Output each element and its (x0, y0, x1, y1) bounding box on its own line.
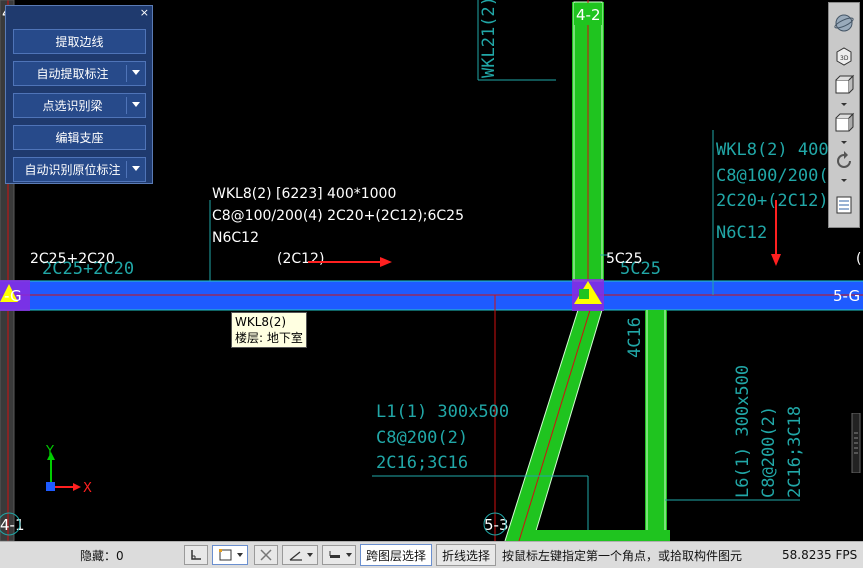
auto-recognize-in-situ-button[interactable]: 自动识别原位标注 (13, 157, 146, 182)
angle-button[interactable] (282, 545, 318, 565)
chevron-down-icon[interactable] (841, 179, 847, 182)
chevron-down-icon[interactable] (132, 102, 140, 107)
annotation-line2: C8@100/200(4) 2C20+(2C12);6C25 (212, 208, 464, 224)
annotation-line3: N6C12 (212, 230, 259, 246)
polyline-select-button[interactable]: 折线选择 (436, 544, 497, 566)
ucs-axis-icon: Y X (45, 444, 92, 496)
annotation-left-support: 2C25+2C20 (30, 251, 115, 267)
chevron-down-icon[interactable] (841, 103, 847, 106)
fps-readout: 58.8235 FPS (782, 548, 858, 562)
scroll-handle[interactable] (851, 413, 861, 473)
beam-l1[interactable] (505, 310, 602, 541)
chevron-down-icon[interactable] (132, 166, 140, 171)
axis-y-label: Y (45, 444, 54, 459)
hidden-count: 隐藏：0 (80, 548, 124, 563)
svg-text:3D: 3D (840, 55, 849, 62)
cross-button[interactable] (254, 545, 278, 565)
divider (126, 65, 127, 82)
grid-label-4-2: 4-2 (576, 6, 601, 24)
rotate-icon[interactable] (832, 149, 856, 173)
label-wkl8-cad-4: N6C12 (716, 223, 767, 243)
label-l6-2: C8@200(2) (759, 406, 779, 498)
label-l6-1: L6(1) 300x500 (733, 365, 753, 498)
auto-recognize-in-situ-label: 自动识别原位标注 (24, 163, 121, 177)
layers-icon[interactable] (832, 193, 856, 217)
line-weight-icon (329, 551, 340, 558)
grid-label-g-left: -G (4, 287, 22, 305)
annotation-right-support: 5C25 (606, 251, 643, 267)
annotation-line1: WKL8(2) [6223] 400*1000 (212, 186, 396, 202)
red-arrow-horizontal-head (380, 257, 392, 267)
line-width-button[interactable] (322, 545, 356, 565)
cross-layer-select-button[interactable]: 跨图层选择 (360, 544, 433, 566)
beam-l6[interactable] (645, 310, 667, 541)
tooltip-floor: 楼层: 地下室 (235, 331, 303, 345)
element-tooltip: WKL8(2) 楼层: 地下室 (231, 312, 307, 348)
annotation-far-right: ( (856, 251, 861, 267)
support-square-mid (579, 289, 589, 299)
angle-icon (289, 551, 302, 561)
extract-edge-label: 提取边线 (55, 35, 104, 49)
auto-extract-annotation-label: 自动提取标注 (36, 67, 109, 81)
tooltip-name: WKL8(2) (235, 315, 287, 329)
3d-view-icon[interactable]: 3D (832, 43, 856, 67)
box-front-icon[interactable] (832, 111, 856, 135)
grid-label-4-1: 4-1 (0, 516, 25, 534)
select-rect-button[interactable] (212, 545, 248, 565)
auto-extract-annotation-button[interactable]: 自动提取标注 (13, 61, 146, 86)
rectangle-select-icon (218, 549, 231, 561)
box-view-icon[interactable] (832, 73, 856, 97)
status-bar: 隐藏：0 跨图层选择 折线选择 按鼠标左键指定第一个角点，或拾取构件图元 58.… (0, 541, 863, 568)
chevron-down-icon[interactable] (236, 553, 243, 557)
extract-edge-button[interactable]: 提取边线 (13, 29, 146, 54)
view-toolbar: 3D (828, 2, 860, 228)
globe-icon[interactable] (832, 11, 856, 35)
label-4c16: 4C16 (625, 317, 645, 358)
red-arrow-vertical-head (771, 254, 781, 266)
label-wkl21: WKL21(2) (479, 0, 499, 78)
chevron-down-icon[interactable] (132, 70, 140, 75)
beam-l1-centerline (518, 309, 591, 541)
label-l1-3: 2C16;3C16 (376, 453, 468, 473)
beam-bottom-strip[interactable] (525, 530, 670, 541)
annotation-middle: (2C12) (277, 251, 324, 267)
axis-x-label: X (83, 481, 92, 496)
cross-icon (260, 549, 272, 561)
beam-recognition-panel: × 提取边线 自动提取标注 点选识别梁 编辑支座 自动识别原位标注 (5, 5, 153, 184)
chevron-down-icon[interactable] (345, 553, 352, 557)
panel-close-icon[interactable]: × (140, 6, 149, 19)
label-l1-1: L1(1) 300x500 (376, 402, 509, 422)
pick-recognize-beam-button[interactable]: 点选识别梁 (13, 93, 146, 118)
label-l6-3: 2C16;3C18 (785, 406, 805, 498)
grid-label-5-g: 5-G (833, 287, 860, 305)
orthogonal-icon (191, 550, 201, 560)
edit-support-label: 编辑支座 (55, 131, 104, 145)
chevron-down-icon[interactable] (841, 141, 847, 144)
command-prompt: 按鼠标左键指定第一个角点，或拾取构件图元 (502, 548, 743, 563)
edit-support-button[interactable]: 编辑支座 (13, 125, 146, 150)
divider (126, 161, 127, 178)
chevron-down-icon[interactable] (306, 553, 313, 557)
divider (126, 97, 127, 114)
label-l1-2: C8@200(2) (376, 428, 468, 448)
orthogonal-button[interactable] (184, 545, 208, 565)
pick-recognize-beam-label: 点选识别梁 (42, 99, 103, 113)
